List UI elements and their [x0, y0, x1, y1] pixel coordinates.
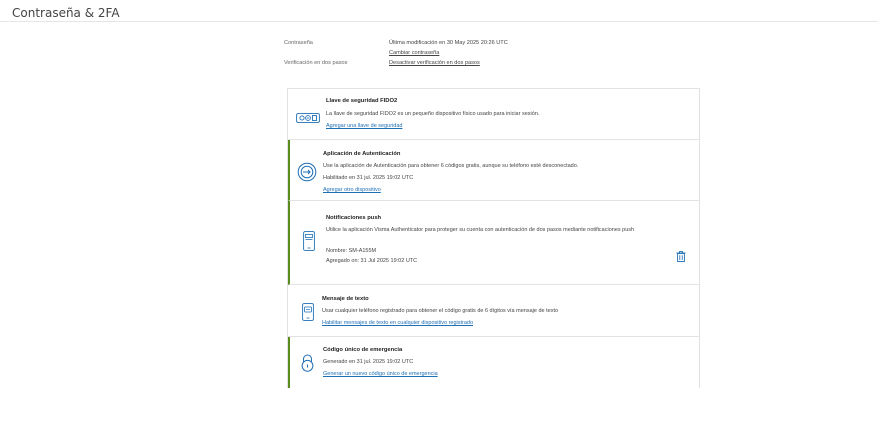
sms-title: Mensaje de texto	[322, 296, 369, 302]
sms-description: Usar cualquier teléfono registrado para …	[322, 308, 559, 314]
padlock-icon	[300, 354, 315, 377]
two-factor-methods-list: Llave de seguridad FIDO2 La llave de seg…	[287, 88, 700, 388]
push-title: Notificaciones push	[326, 215, 382, 221]
authenticator-app-icon	[297, 162, 317, 187]
two-step-label: Verificación en dos pasos	[284, 60, 348, 66]
title-divider	[0, 21, 878, 22]
add-security-key-link[interactable]: Agregar una llave de seguridad	[326, 123, 402, 129]
mobile-phone-icon	[303, 231, 315, 256]
last-modified-text: Última modificación en 30 May 2025 20:26…	[389, 40, 508, 46]
authenticator-description: Use la aplicación de Autenticación para …	[323, 163, 579, 169]
push-added-on: Agregado on: 31 Jul 2025 19:02 UTC	[326, 258, 418, 264]
password-label: Contraseña	[284, 40, 313, 46]
method-card-fido2: Llave de seguridad FIDO2 La llave de seg…	[288, 89, 699, 140]
fido-description: La llave de seguridad FIDO2 es un pequeñ…	[326, 111, 540, 117]
method-card-authenticator-app: Aplicación de Autenticación Use la aplic…	[288, 140, 699, 201]
password-summary: Contraseña Última modificación en 30 May…	[284, 38, 704, 68]
authenticator-title: Aplicación de Autenticación	[323, 151, 401, 157]
push-device-name: Nombre: SM-A155M	[326, 248, 377, 254]
sms-phone-icon	[302, 303, 314, 326]
enable-text-messages-link[interactable]: Habilitar mensajes de texto en cualquier…	[322, 320, 473, 326]
add-another-device-link[interactable]: Agregar otro dispositivo	[323, 187, 381, 193]
change-password-link[interactable]: Cambiar contraseña	[389, 50, 439, 56]
authenticator-status: Habilitado en 31 jul. 2025 19:02 UTC	[323, 175, 414, 181]
fido-title: Llave de seguridad FIDO2	[326, 98, 398, 104]
push-description: Utilice la aplicación Visma Authenticato…	[326, 227, 635, 233]
disable-two-step-link[interactable]: Desactivar verificación en dos pasos	[389, 60, 480, 66]
method-card-push-notifications: Notificaciones push Utilice la aplicació…	[288, 201, 699, 285]
fido-key-icon	[296, 110, 320, 128]
delete-device-trash-icon[interactable]	[676, 249, 686, 267]
generate-emergency-code-link[interactable]: Generar un nuevo código único de emergen…	[323, 371, 438, 377]
page-title: Contraseña & 2FA	[12, 6, 120, 20]
method-card-text-message: Mensaje de texto Usar cualquier teléfono…	[288, 285, 699, 337]
method-card-emergency-code: Código único de emergencia Generado en 3…	[288, 337, 699, 388]
emergency-status: Generado en 31 jul. 2025 19:02 UTC	[323, 359, 414, 365]
emergency-title: Código único de emergencia	[323, 347, 403, 353]
